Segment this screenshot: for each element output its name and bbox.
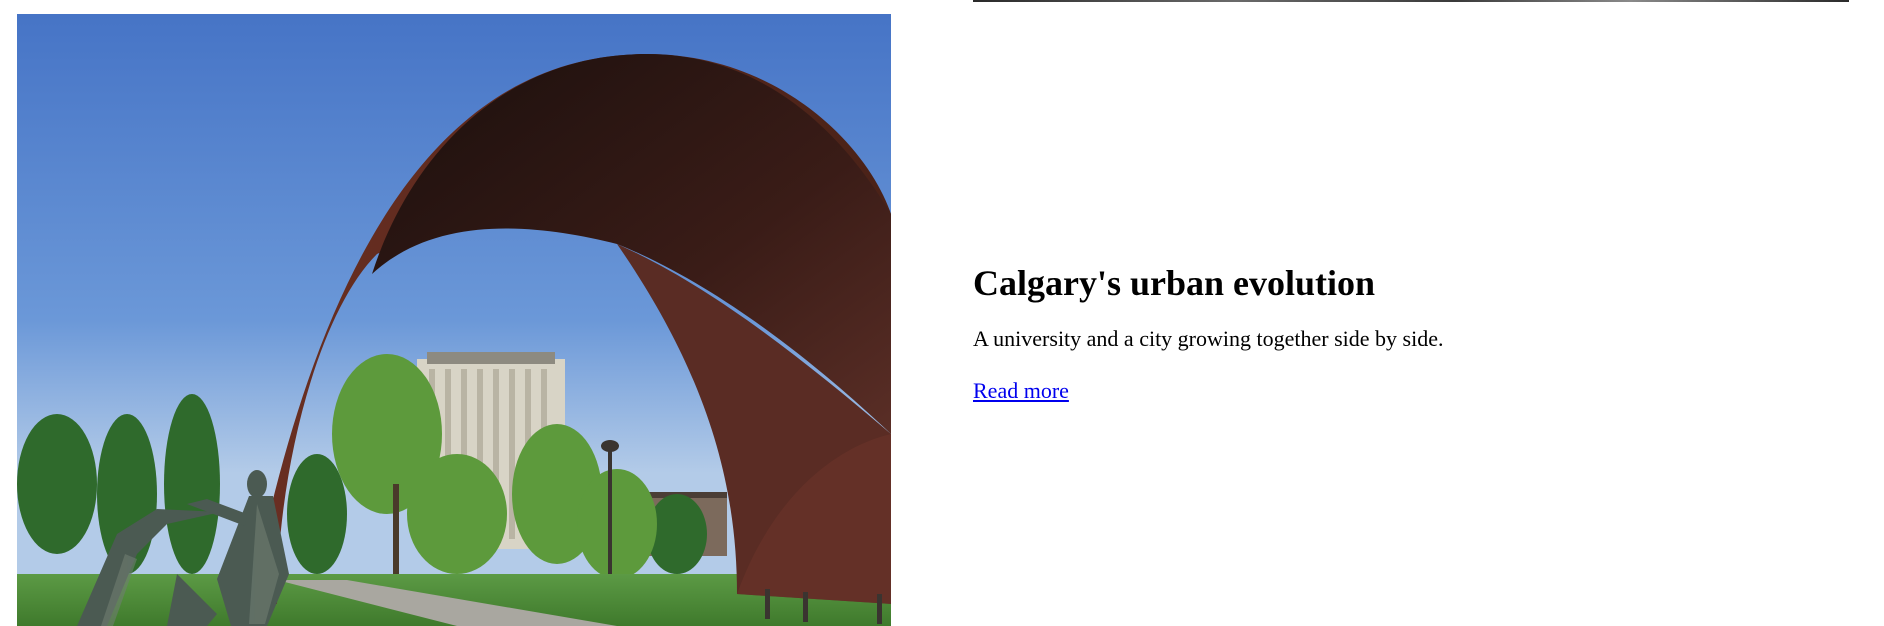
page: Calgary's urban evolution A university a… [0, 0, 1884, 626]
feature-image [17, 14, 891, 626]
feature-title: Calgary's urban evolution [973, 263, 1376, 303]
feature-article: Calgary's urban evolution A university a… [973, 258, 1833, 405]
feature-description: A university and a city growing together… [973, 326, 1444, 351]
read-more-link[interactable]: Read more [973, 377, 1069, 405]
top-divider [973, 0, 1849, 2]
campus-arch-photo [17, 14, 891, 626]
